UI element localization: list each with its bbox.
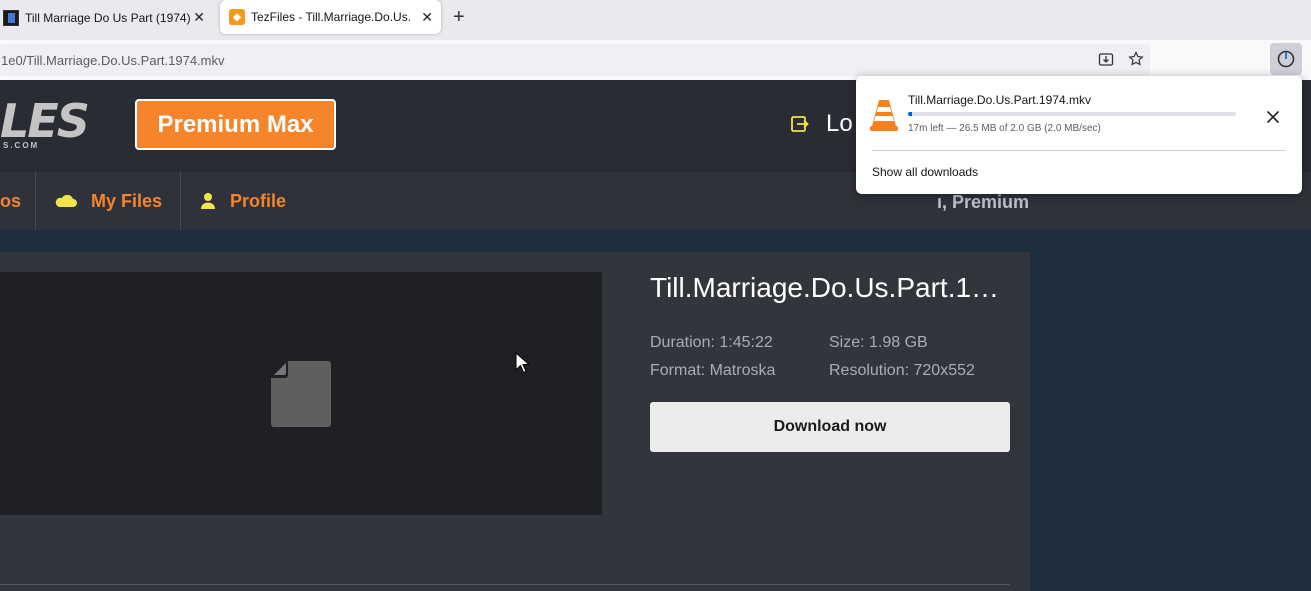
- download-progress-bar: [908, 112, 1236, 116]
- url-bar-actions: [1097, 50, 1145, 68]
- close-tab-icon[interactable]: ✕: [193, 9, 205, 26]
- file-duration: Duration: 1:45:22: [650, 334, 773, 351]
- downloads-toolbar-button[interactable]: [1270, 43, 1302, 75]
- tezfiles-icon: ◆: [229, 9, 245, 25]
- vlc-file-icon: [870, 100, 898, 131]
- premium-max-button[interactable]: Premium Max: [135, 99, 336, 150]
- film-icon: [3, 10, 19, 26]
- cloud-icon: [55, 194, 77, 208]
- show-all-downloads-link[interactable]: Show all downloads: [872, 165, 978, 179]
- card-divider: [0, 584, 1010, 585]
- file-preview: [0, 272, 602, 515]
- nav-item-profile[interactable]: Profile: [200, 172, 286, 230]
- tab-tezfiles[interactable]: ◆ TezFiles - Till.Marriage.Do.Us.Part.19…: [220, 0, 441, 34]
- navigation-bar: 1e0/Till.Marriage.Do.Us.Part.1974.mkv: [0, 40, 1311, 80]
- tab-till-marriage-imdb[interactable]: Till Marriage Do Us Part (1974) - ✕: [0, 0, 213, 36]
- site-logo[interactable]: LES: [0, 94, 90, 148]
- download-progress-fill: [908, 112, 913, 116]
- url-text: 1e0/Till.Marriage.Do.Us.Part.1974.mkv: [1, 52, 225, 68]
- document-icon: [271, 360, 331, 427]
- login-label: Lo: [826, 110, 853, 137]
- user-icon: [200, 192, 216, 210]
- file-format: Format: Matroska: [650, 362, 776, 379]
- nav-item-label: Profile: [230, 190, 287, 211]
- file-resolution: Resolution: 720x552: [829, 362, 975, 379]
- nav-divider: [35, 172, 36, 230]
- tab-strip: Till Marriage Do Us Part (1974) - ✕ ◆ Te…: [0, 0, 1311, 40]
- new-tab-button[interactable]: +: [453, 6, 465, 29]
- file-title: Till.Marriage.Do.Us.Part.1974.mkv: [650, 272, 1010, 303]
- close-icon: [1266, 110, 1280, 124]
- downloads-progress-icon: [1277, 50, 1295, 68]
- nav-item-label: os: [0, 190, 22, 211]
- nav-divider: [180, 172, 181, 230]
- mouse-cursor-icon: [515, 352, 529, 374]
- download-status: 17m left — 26.5 MB of 2.0 GB (2.0 MB/sec…: [908, 123, 1101, 134]
- login-link[interactable]: Lo: [790, 110, 853, 138]
- bookmark-star-icon[interactable]: [1127, 50, 1145, 68]
- account-status: ı, Premium: [937, 192, 1030, 212]
- site-logo-sub: S.COM: [3, 141, 40, 150]
- nav-item-partial[interactable]: os: [0, 172, 21, 230]
- tab-title: TezFiles - Till.Marriage.Do.Us.Part.1974…: [251, 10, 411, 24]
- cancel-download-button[interactable]: [1262, 106, 1284, 128]
- url-bar[interactable]: 1e0/Till.Marriage.Do.Us.Part.1974.mkv: [0, 44, 1150, 76]
- close-tab-icon[interactable]: ✕: [421, 9, 433, 26]
- download-file-name[interactable]: Till.Marriage.Do.Us.Part.1974.mkv: [908, 93, 1091, 107]
- nav-item-my-files[interactable]: My Files: [55, 172, 162, 230]
- downloads-panel: Till.Marriage.Do.Us.Part.1974.mkv 17m le…: [856, 76, 1302, 194]
- login-icon: [791, 116, 809, 132]
- tab-title: Till Marriage Do Us Part (1974) -: [25, 11, 193, 25]
- nav-item-label: My Files: [91, 190, 163, 211]
- download-now-button[interactable]: Download now: [650, 402, 1010, 452]
- file-card: Till.Marriage.Do.Us.Part.1974.mkv Durati…: [0, 252, 1030, 591]
- panel-divider: [872, 150, 1286, 151]
- file-size: Size: 1.98 GB: [829, 334, 928, 351]
- save-to-downloads-icon[interactable]: [1097, 50, 1115, 68]
